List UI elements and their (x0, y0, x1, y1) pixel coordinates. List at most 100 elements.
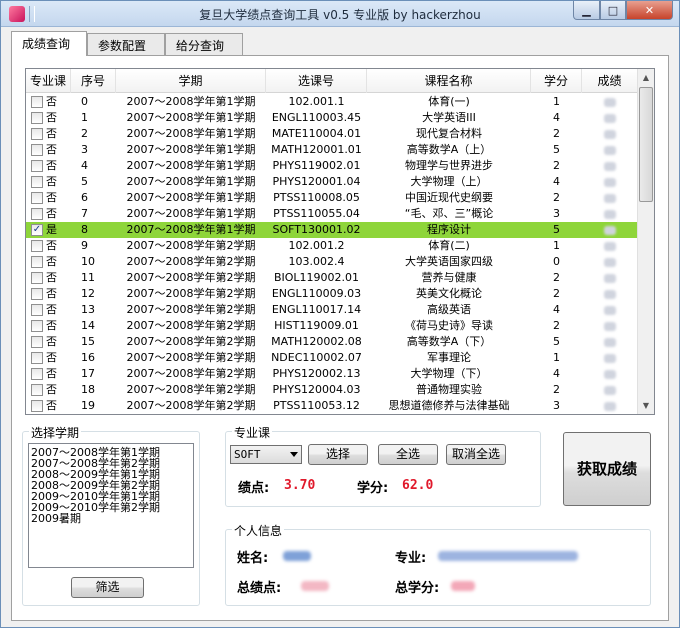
cell-term: 2007～2008学年第1学期 (126, 95, 256, 108)
col-header-course[interactable]: 课程名称 (367, 69, 531, 93)
major-combo[interactable]: SOFT (230, 445, 302, 464)
cell-idx: 9 (81, 239, 88, 252)
cell-major: 否 (46, 239, 57, 252)
tab-grade-query[interactable]: 成绩查询 (11, 31, 87, 56)
deselect-all-button[interactable]: 取消全选 (446, 444, 506, 465)
select-button[interactable]: 选择 (308, 444, 368, 465)
major-checkbox[interactable] (31, 96, 43, 108)
fetch-grades-button[interactable]: 获取成绩 (563, 432, 651, 506)
table-row[interactable]: 否 6 2007～2008学年第1学期 PTSS110008.05 中国近现代史纲要 2 (26, 190, 638, 206)
major-checkbox[interactable] (31, 288, 43, 300)
scroll-up-arrow[interactable]: ▲ (638, 69, 654, 86)
cell-idx: 18 (81, 383, 95, 396)
major-checkbox[interactable] (31, 128, 43, 140)
major-checkbox[interactable] (31, 160, 43, 172)
major-checkbox[interactable] (31, 192, 43, 204)
col-header-credit[interactable]: 学分 (531, 69, 582, 93)
table-row[interactable]: ✓ 是 8 2007～2008学年第1学期 SOFT130001.02 程序设计 5 (26, 222, 638, 238)
cell-grade-redacted (582, 206, 638, 222)
table-row[interactable]: 否 7 2007～2008学年第1学期 PTSS110055.04 “毛、邓、三”概论 3 (26, 206, 638, 222)
table-row[interactable]: 否 10 2007～2008学年第2学期 103.002.4 大学英语国家四级 0 (26, 254, 638, 270)
cell-name: 体育(一) (428, 95, 470, 108)
cell-code: ENGL110003.45 (271, 111, 362, 124)
table-row[interactable]: 否 9 2007～2008学年第2学期 102.001.2 体育(二) 1 (26, 238, 638, 254)
major-checkbox[interactable] (31, 240, 43, 252)
cell-credit: 5 (553, 223, 560, 236)
col-header-grade[interactable]: 成绩 (582, 69, 638, 93)
cell-credit: 2 (553, 271, 560, 284)
grid-scrollbar[interactable]: ▲ ▼ (637, 69, 654, 414)
major-checkbox[interactable]: ✓ (31, 224, 43, 236)
cell-grade-redacted (582, 270, 638, 286)
table-row[interactable]: 否 19 2007～2008学年第2学期 PTSS110053.12 思想道德修养与法律… (26, 398, 638, 414)
table-row[interactable]: 否 5 2007～2008学年第1学期 PHYS120001.04 大学物理（上） 4 (26, 174, 638, 190)
cell-term: 2007～2008学年第2学期 (126, 351, 256, 364)
select-all-button[interactable]: 全选 (378, 444, 438, 465)
col-header-term[interactable]: 学期 (116, 69, 266, 93)
cell-credit: 2 (553, 319, 560, 332)
major-checkbox[interactable] (31, 304, 43, 316)
redacted-grade (604, 97, 616, 107)
cell-credit: 1 (553, 95, 560, 108)
major-checkbox[interactable] (31, 320, 43, 332)
table-row[interactable]: 否 13 2007～2008学年第2学期 ENGL110017.14 高级英语 4 (26, 302, 638, 318)
redacted-grade (604, 145, 616, 155)
major-checkbox[interactable] (31, 384, 43, 396)
table-row[interactable]: 否 0 2007～2008学年第1学期 102.001.1 体育(一) 1 (26, 94, 638, 110)
cell-code: PHYS120002.13 (272, 367, 361, 380)
scroll-thumb[interactable] (639, 87, 653, 202)
col-header-major[interactable]: 专业课 (26, 69, 71, 93)
table-row[interactable]: 否 16 2007～2008学年第2学期 NDEC110002.07 军事理论 1 (26, 350, 638, 366)
cell-major: 否 (46, 351, 57, 364)
cell-idx: 8 (81, 223, 88, 236)
cell-credit: 0 (553, 255, 560, 268)
gpa-value: 3.70 (284, 478, 316, 493)
maximize-button[interactable]: □ (600, 1, 626, 20)
tab-settings[interactable]: 参数配置 (87, 33, 165, 55)
scroll-down-arrow[interactable]: ▼ (638, 397, 654, 414)
major-checkbox[interactable] (31, 112, 43, 124)
semester-listbox[interactable]: 2007～2008学年第1学期 2007～2008学年第2学期 2008～200… (28, 443, 194, 568)
table-row[interactable]: 否 18 2007～2008学年第2学期 PHYS120004.03 普通物理实验 2 (26, 382, 638, 398)
major-checkbox[interactable] (31, 352, 43, 364)
tab-score-query[interactable]: 给分查询 (165, 33, 243, 55)
redacted-grade (604, 321, 616, 331)
cell-major: 否 (46, 255, 57, 268)
table-row[interactable]: 否 4 2007～2008学年第1学期 PHYS119002.01 物理学与世界进步 2 (26, 158, 638, 174)
cell-name: 高等数学A（下） (406, 335, 492, 348)
table-row[interactable]: 否 17 2007～2008学年第2学期 PHYS120002.13 大学物理（下） 4 (26, 366, 638, 382)
col-header-code[interactable]: 选课号 (266, 69, 367, 93)
cell-name: 高级英语 (427, 303, 471, 316)
table-row[interactable]: 否 15 2007～2008学年第2学期 MATH120002.08 高等数学A（下） 5 (26, 334, 638, 350)
filter-button[interactable]: 筛选 (71, 577, 144, 598)
major-checkbox[interactable] (31, 400, 43, 412)
cell-term: 2007～2008学年第2学期 (126, 271, 256, 284)
major-checkbox[interactable] (31, 208, 43, 220)
minimize-button[interactable]: ▁ (573, 1, 600, 20)
redacted-grade (604, 401, 616, 411)
table-row[interactable]: 否 2 2007～2008学年第1学期 MATE110004.01 现代复合材料 2 (26, 126, 638, 142)
cell-idx: 11 (81, 271, 95, 284)
cell-term: 2007～2008学年第2学期 (126, 399, 256, 412)
cell-grade-redacted (582, 174, 638, 190)
major-checkbox[interactable] (31, 176, 43, 188)
col-header-index[interactable]: 序号 (71, 69, 116, 93)
major-checkbox[interactable] (31, 256, 43, 268)
close-button[interactable]: ✕ (626, 1, 673, 20)
cell-credit: 3 (553, 399, 560, 412)
table-row[interactable]: 否 12 2007～2008学年第2学期 ENGL110009.03 英美文化概论 2 (26, 286, 638, 302)
table-row[interactable]: 否 14 2007～2008学年第2学期 HIST119009.01 《荷马史诗》导读 2 (26, 318, 638, 334)
table-row[interactable]: 否 11 2007～2008学年第2学期 BIOL119002.01 营养与健康 2 (26, 270, 638, 286)
major-checkbox[interactable] (31, 272, 43, 284)
grid-header: 专业课 序号 学期 选课号 课程名称 学分 成绩 (26, 69, 638, 93)
cell-idx: 4 (81, 159, 88, 172)
table-row[interactable]: 否 1 2007～2008学年第1学期 ENGL110003.45 大学英语III 4 (26, 110, 638, 126)
grades-grid[interactable]: 专业课 序号 学期 选课号 课程名称 学分 成绩 否 0 2007～2008学年第1… (25, 68, 655, 415)
major-checkbox[interactable] (31, 336, 43, 348)
major-checkbox[interactable] (31, 368, 43, 380)
semester-item[interactable]: 2009暑期 (31, 513, 191, 524)
major-checkbox[interactable] (31, 144, 43, 156)
table-row[interactable]: 否 3 2007～2008学年第1学期 MATH120001.01 高等数学A（上） 5 (26, 142, 638, 158)
title-bar[interactable]: 复旦大学绩点查询工具 v0.5 专业版 by hackerzhou ▁ □ ✕ (1, 1, 679, 27)
cell-term: 2007～2008学年第1学期 (126, 143, 256, 156)
